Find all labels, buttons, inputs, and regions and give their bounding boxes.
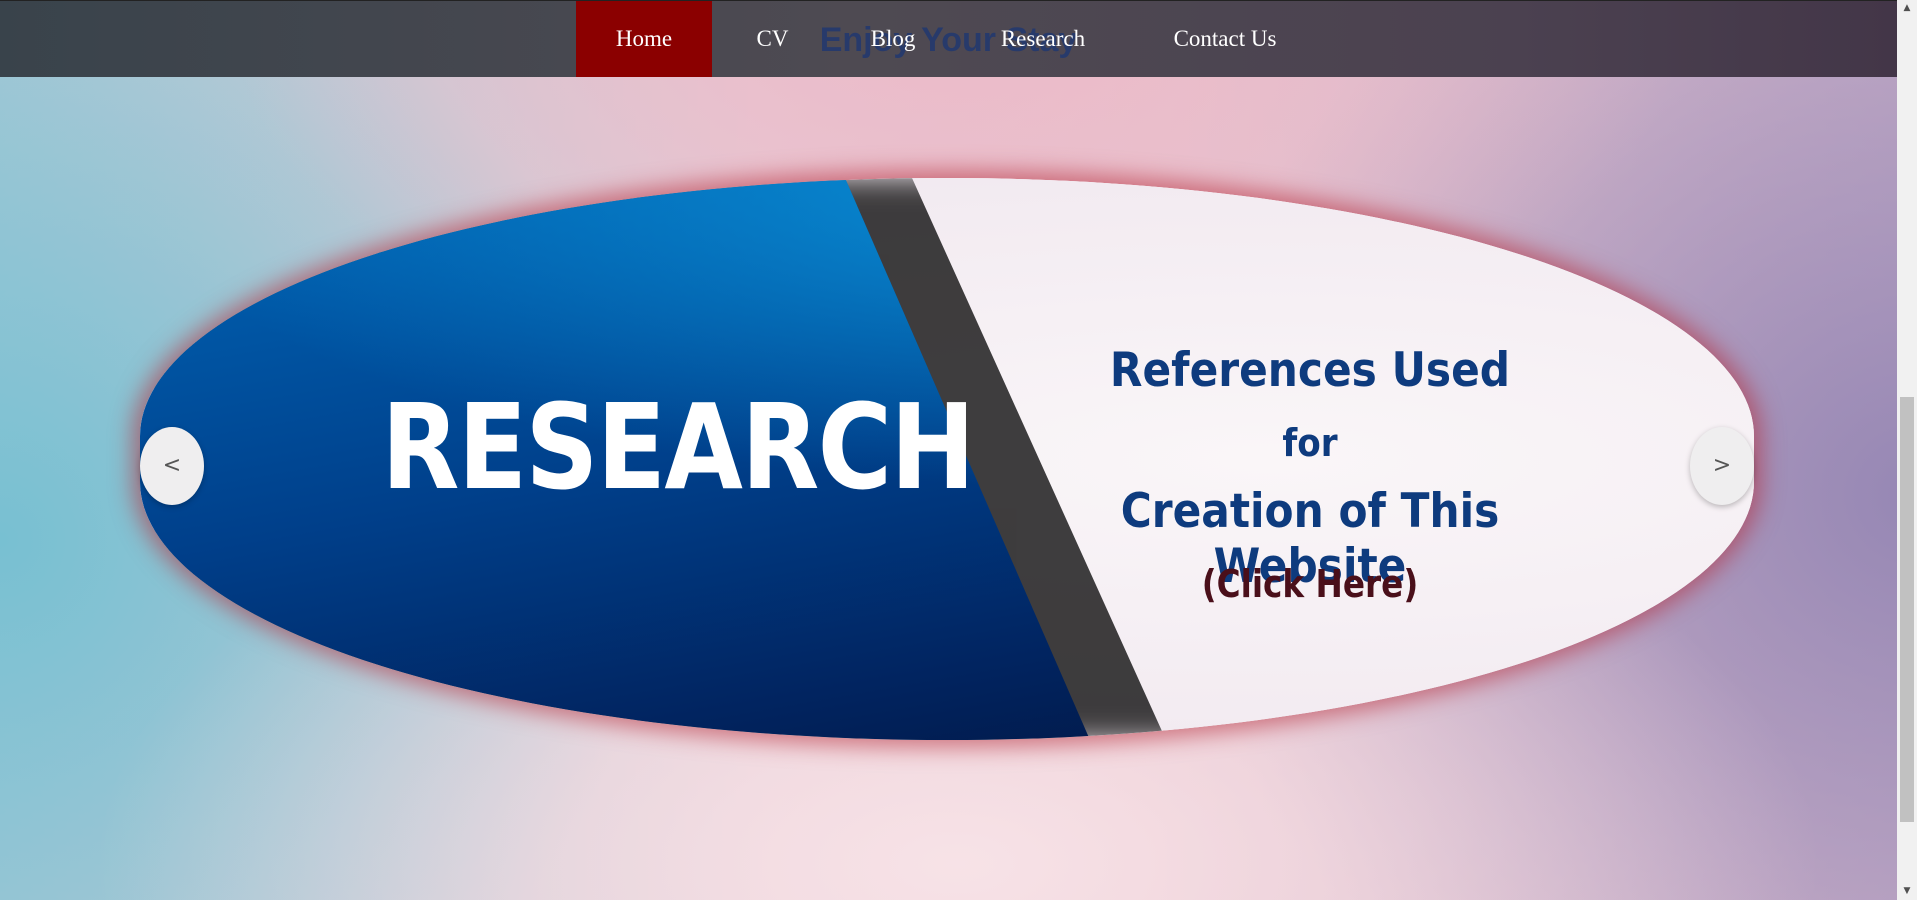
slider-prev-button[interactable]: < [140,427,204,505]
slide-text-line-2: for [1282,421,1338,465]
slide-research-heading: RESEARCH [381,378,975,516]
nav-contact-us[interactable]: Contact Us [1160,1,1290,77]
scroll-up-arrow-icon[interactable]: ▲ [1897,0,1917,17]
nav-cv[interactable]: CV [740,1,805,77]
image-slider[interactable]: RESEARCH References Used for Creation of… [140,178,1754,740]
slider-next-button[interactable]: > [1690,427,1754,505]
slide-text-line-1: References Used [1109,343,1511,398]
slide-click-here-link[interactable]: (Click Here) [1061,562,1560,606]
background-site-title: Enjoy Your Stay [819,21,1078,59]
vertical-scrollbar[interactable]: ▲ ▼ [1897,0,1917,900]
scrollbar-thumb[interactable] [1900,397,1914,822]
scroll-down-arrow-icon[interactable]: ▼ [1897,883,1917,900]
nav-research[interactable]: Research [990,1,1096,77]
nav-home[interactable]: Home [576,1,712,77]
nav-blog[interactable]: Blog [858,1,928,77]
top-navbar: Enjoy Your Stay Home CV Blog Research Co… [0,0,1897,77]
